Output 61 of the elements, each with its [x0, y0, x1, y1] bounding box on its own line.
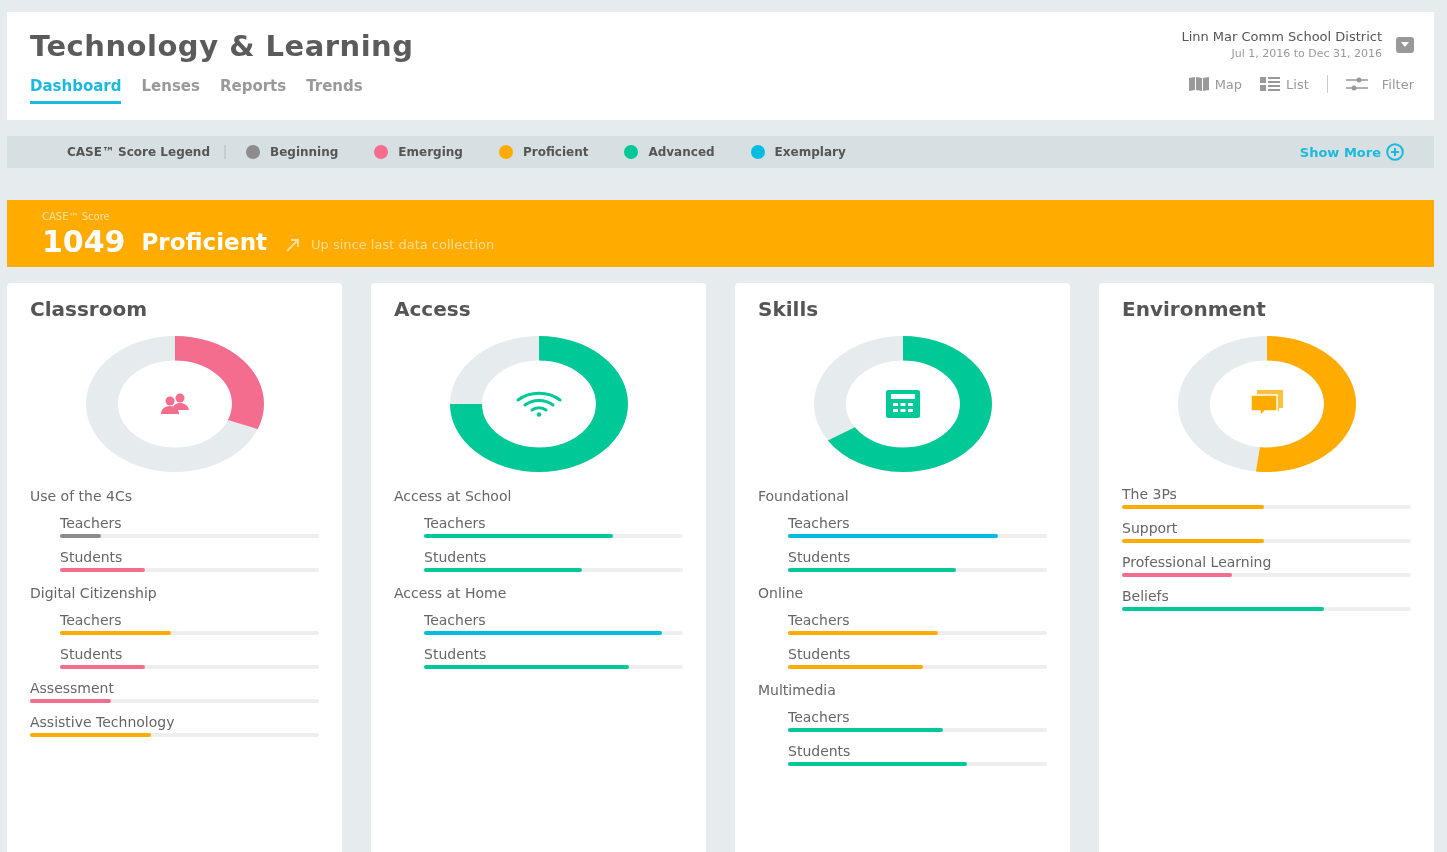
metric-label: Students: [60, 549, 123, 565]
card-title: Classroom: [30, 297, 149, 321]
metric-label: Teachers: [60, 515, 122, 531]
metric-label: Students: [424, 646, 487, 662]
group-label: Access at School: [394, 488, 512, 504]
group-label: Multimedia: [758, 682, 836, 698]
nav-tab[interactable]: Trends: [306, 77, 363, 104]
caret-down-icon: [1401, 42, 1409, 47]
group-label: Online: [758, 585, 804, 601]
legend-label: Beginning: [270, 145, 339, 159]
metric-label: Teachers: [424, 612, 486, 628]
metric-label: Teachers: [788, 612, 850, 628]
page-title: Technology & Learning: [30, 29, 414, 63]
metric-label: Teachers: [788, 515, 850, 531]
nav-tab[interactable]: Lenses: [141, 77, 200, 104]
metric-label: Students: [788, 743, 851, 759]
metric-label: Assistive Technology: [30, 714, 175, 730]
legend-label: Advanced: [648, 145, 715, 159]
metric-label: Support: [1122, 520, 1178, 536]
card-title: Environment: [1122, 297, 1267, 321]
nav-tab[interactable]: Reports: [219, 77, 287, 104]
list-button[interactable]: List: [1260, 76, 1309, 92]
score-level: Proficient: [141, 228, 268, 255]
metric-label: Assessment: [30, 680, 114, 696]
map-icon: [1188, 77, 1209, 91]
dropdown-button[interactable]: [1396, 36, 1414, 53]
score-label: CASE™ Score: [42, 211, 110, 222]
legend-label: Exemplary: [774, 145, 846, 159]
card-title: Access: [394, 297, 472, 321]
metric-label: Beliefs: [1122, 588, 1169, 604]
score-value: 1049: [42, 224, 126, 259]
group-label: Foundational: [758, 488, 849, 504]
list-icon: [1260, 76, 1281, 92]
legend-label: Emerging: [398, 145, 463, 159]
metric-label: Students: [788, 549, 851, 565]
district-name: Linn Mar Comm School District: [1181, 29, 1382, 44]
metric-label: Teachers: [788, 709, 850, 725]
metric-label: Students: [788, 646, 851, 662]
wifi-icon: [514, 391, 563, 417]
metric-label: Professional Learning: [1122, 554, 1272, 570]
filter-button[interactable]: Filter: [1345, 76, 1414, 92]
sliders-icon: [1345, 76, 1368, 92]
nav-tab[interactable]: Dashboard: [30, 77, 122, 104]
metric-label: Students: [60, 646, 123, 662]
date-range: Jul 1, 2016 to Dec 31, 2016: [1231, 47, 1382, 60]
show-more-button[interactable]: Show More: [1299, 143, 1404, 161]
trend-text: Up since last data collection: [311, 237, 495, 252]
calculator-icon: [885, 390, 920, 418]
arrow-up-right-icon: [285, 237, 302, 252]
plus-circle-icon: [1386, 143, 1404, 161]
metric-label: Teachers: [424, 515, 486, 531]
card-title: Skills: [758, 297, 820, 321]
metric-label: Teachers: [60, 612, 122, 628]
metric-label: The 3Ps: [1122, 486, 1177, 502]
group-label: Use of the 4Cs: [30, 488, 132, 504]
legend-label: Proficient: [522, 145, 589, 159]
legend-title: CASE™ Score Legend: [67, 145, 226, 159]
group-label: Digital Citizenship: [30, 585, 157, 601]
metric-label: Students: [424, 549, 487, 565]
map-button[interactable]: Map: [1188, 76, 1243, 92]
group-label: Access at Home: [394, 585, 507, 601]
